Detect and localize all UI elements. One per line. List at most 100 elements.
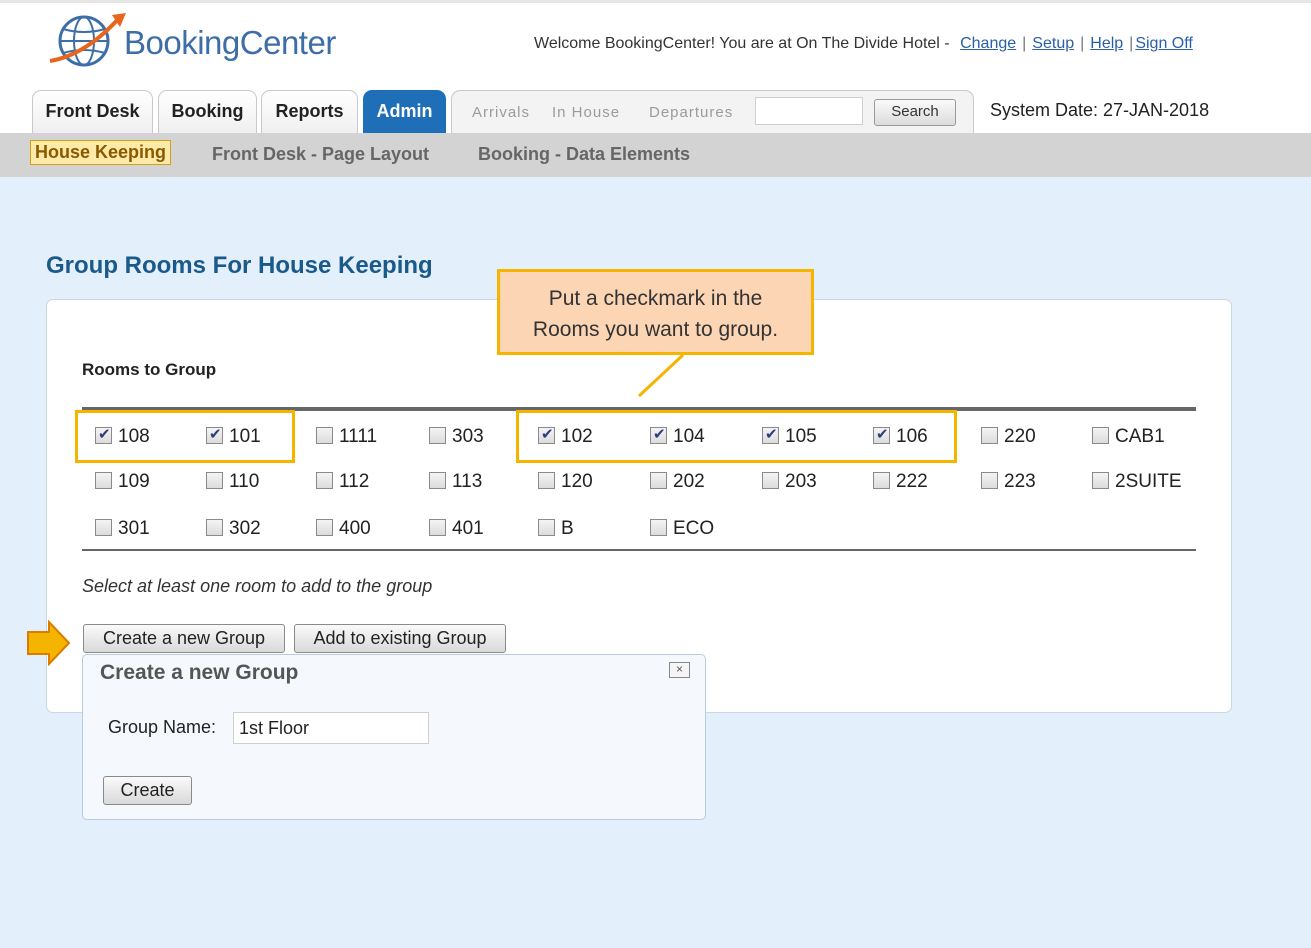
callout-line-2: Rooms you want to group.: [532, 318, 779, 341]
change-link[interactable]: Change: [960, 35, 1016, 52]
room-checkbox-item: B: [538, 518, 574, 540]
tab-admin[interactable]: Admin: [363, 90, 446, 136]
room-label: 301: [118, 518, 150, 539]
room-label: B: [561, 518, 574, 539]
room-checkbox[interactable]: [981, 471, 998, 489]
room-checkbox[interactable]: [538, 471, 555, 489]
room-label: 400: [339, 518, 371, 539]
room-label: 222: [896, 471, 928, 492]
room-checkbox[interactable]: [95, 471, 112, 489]
room-checkbox-item: ECO: [650, 518, 714, 540]
room-checkbox[interactable]: [206, 518, 223, 536]
room-label: 112: [339, 471, 370, 492]
room-checkbox-item: 220: [981, 426, 1036, 448]
room-label: 220: [1004, 426, 1036, 447]
room-checkbox[interactable]: [206, 471, 223, 489]
room-checkbox-item: 202: [650, 471, 705, 493]
room-label: 120: [561, 471, 593, 492]
room-label: 113: [452, 471, 483, 492]
sign-off-link[interactable]: Sign Off: [1135, 35, 1193, 52]
highlight-box: [516, 410, 957, 463]
room-checkbox-item: 120: [538, 471, 593, 493]
welcome-bar: Welcome BookingCenter! You are at On The…: [534, 35, 1193, 52]
room-checkbox-item: 112: [316, 471, 369, 493]
hint-text: Select at least one room to add to the g…: [82, 576, 433, 596]
setup-link[interactable]: Setup: [1032, 35, 1074, 52]
room-checkbox-item: 303: [429, 426, 484, 448]
highlight-box: [75, 410, 295, 463]
room-label: 302: [229, 518, 261, 539]
room-checkbox[interactable]: [316, 426, 333, 444]
room-checkbox[interactable]: [429, 471, 446, 489]
divider: [82, 549, 1196, 551]
tab-reports[interactable]: Reports: [261, 90, 358, 136]
search-button[interactable]: Search: [874, 99, 956, 126]
room-label: 202: [673, 471, 705, 492]
room-label: 401: [452, 518, 484, 539]
room-checkbox-item: 222: [873, 471, 928, 493]
room-label: 2SUITE: [1115, 471, 1182, 492]
tab-booking[interactable]: Booking: [158, 90, 257, 136]
room-label: 110: [229, 471, 260, 492]
create-new-group-button[interactable]: Create a new Group: [83, 624, 285, 653]
group-name-label: Group Name:: [108, 717, 217, 737]
room-checkbox[interactable]: [762, 471, 779, 489]
arrivals-link[interactable]: Arrivals: [472, 104, 530, 121]
room-checkbox[interactable]: [538, 518, 555, 536]
arrow-right-icon: [27, 620, 71, 666]
rooms-to-group-label: Rooms to Group: [82, 360, 217, 379]
group-name-field[interactable]: [233, 712, 429, 744]
room-checkbox[interactable]: [1092, 471, 1109, 489]
subnav-front-desk-page-layout[interactable]: Front Desk - Page Layout: [212, 144, 429, 165]
in-house-link[interactable]: In House: [552, 104, 620, 121]
room-checkbox[interactable]: [429, 426, 446, 444]
create-button[interactable]: Create: [103, 776, 192, 805]
page-title: Group Rooms For House Keeping: [46, 252, 433, 279]
system-date: System Date: 27-JAN-2018: [990, 100, 1210, 120]
dialog-title: Create a new Group: [100, 661, 299, 684]
room-checkbox[interactable]: [650, 518, 667, 536]
room-checkbox-item: 110: [206, 471, 259, 493]
welcome-text: Welcome BookingCenter! You are at On The…: [534, 35, 950, 52]
room-checkbox-item: 223: [981, 471, 1036, 493]
quick-search-bar: Arrivals In House Departures Search: [451, 90, 974, 136]
subnav-house-keeping[interactable]: House Keeping: [30, 140, 172, 165]
room-label: ECO: [673, 518, 715, 539]
room-checkbox-item: 2SUITE: [1092, 471, 1182, 493]
room-label: CAB1: [1115, 426, 1165, 447]
close-icon[interactable]: ×: [669, 662, 690, 678]
room-checkbox[interactable]: [95, 518, 112, 536]
room-checkbox-item: 302: [206, 518, 261, 540]
room-checkbox[interactable]: [1092, 426, 1109, 444]
room-checkbox-item: CAB1: [1092, 426, 1165, 448]
callout-line-1: Put a checkmark in the: [548, 287, 763, 310]
departures-link[interactable]: Departures: [649, 104, 733, 121]
room-label: 223: [1004, 471, 1036, 492]
room-checkbox[interactable]: [316, 518, 333, 536]
subnav-booking-data-elements[interactable]: Booking - Data Elements: [478, 144, 690, 165]
room-label: 109: [118, 471, 150, 492]
room-checkbox[interactable]: [429, 518, 446, 536]
room-label: 1111: [339, 426, 378, 447]
room-checkbox[interactable]: [316, 471, 333, 489]
room-label: 303: [452, 426, 484, 447]
sub-navigation: House Keeping Front Desk - Page Layout B…: [0, 133, 1311, 177]
room-checkbox-item: 401: [429, 518, 484, 540]
logo-text: BookingCenter: [124, 24, 336, 61]
room-checkbox[interactable]: [873, 471, 890, 489]
tab-front-desk[interactable]: Front Desk: [32, 90, 153, 136]
header: BookingCenter Welcome BookingCenter! You…: [0, 0, 1311, 136]
add-to-existing-group-button[interactable]: Add to existing Group: [294, 624, 506, 653]
room-checkbox-item: 113: [429, 471, 482, 493]
help-link[interactable]: Help: [1090, 35, 1123, 52]
room-label: 203: [785, 471, 817, 492]
room-checkbox-item: 109: [95, 471, 150, 493]
room-checkbox-item: 203: [762, 471, 817, 493]
room-checkbox[interactable]: [981, 426, 998, 444]
room-checkbox-item: 1111: [316, 426, 377, 448]
instruction-callout: Put a checkmark in the Rooms you want to…: [497, 269, 814, 355]
room-checkbox[interactable]: [650, 471, 667, 489]
room-checkbox-item: 301: [95, 518, 150, 540]
quick-search-input[interactable]: [755, 97, 863, 125]
room-checkbox-item: 400: [316, 518, 371, 540]
